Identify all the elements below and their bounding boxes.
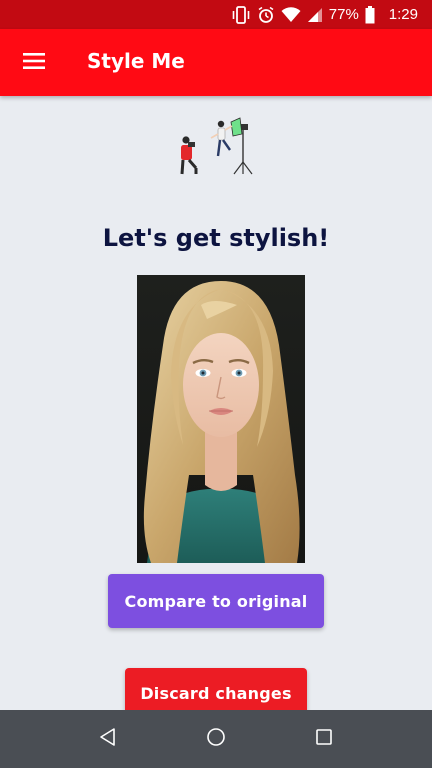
back-button[interactable] bbox=[95, 726, 121, 752]
battery-icon bbox=[365, 5, 375, 24]
vibrate-icon bbox=[231, 5, 251, 24]
clock: 1:29 bbox=[388, 6, 418, 23]
system-navigation-bar bbox=[0, 710, 432, 768]
home-icon bbox=[206, 727, 226, 751]
portrait-photo bbox=[137, 275, 305, 563]
status-bar: 77% 1:29 bbox=[0, 0, 432, 29]
home-button[interactable] bbox=[203, 726, 229, 752]
menu-button[interactable] bbox=[14, 45, 54, 81]
recents-icon bbox=[315, 728, 333, 750]
recents-button[interactable] bbox=[311, 726, 337, 752]
alarm-icon bbox=[257, 6, 275, 24]
battery-percent: 77% bbox=[328, 6, 359, 23]
headline: Let's get stylish! bbox=[102, 224, 330, 252]
app-title: Style Me bbox=[87, 49, 185, 73]
photoshoot-illustration bbox=[174, 114, 260, 178]
signal-icon bbox=[307, 7, 323, 23]
back-icon bbox=[98, 727, 118, 751]
hamburger-menu-icon bbox=[23, 53, 45, 73]
compare-to-original-button[interactable]: Compare to original bbox=[108, 574, 324, 628]
app-bar: Style Me bbox=[0, 29, 432, 96]
wifi-icon bbox=[281, 6, 301, 23]
status-icons: 77% 1:29 bbox=[231, 0, 418, 29]
